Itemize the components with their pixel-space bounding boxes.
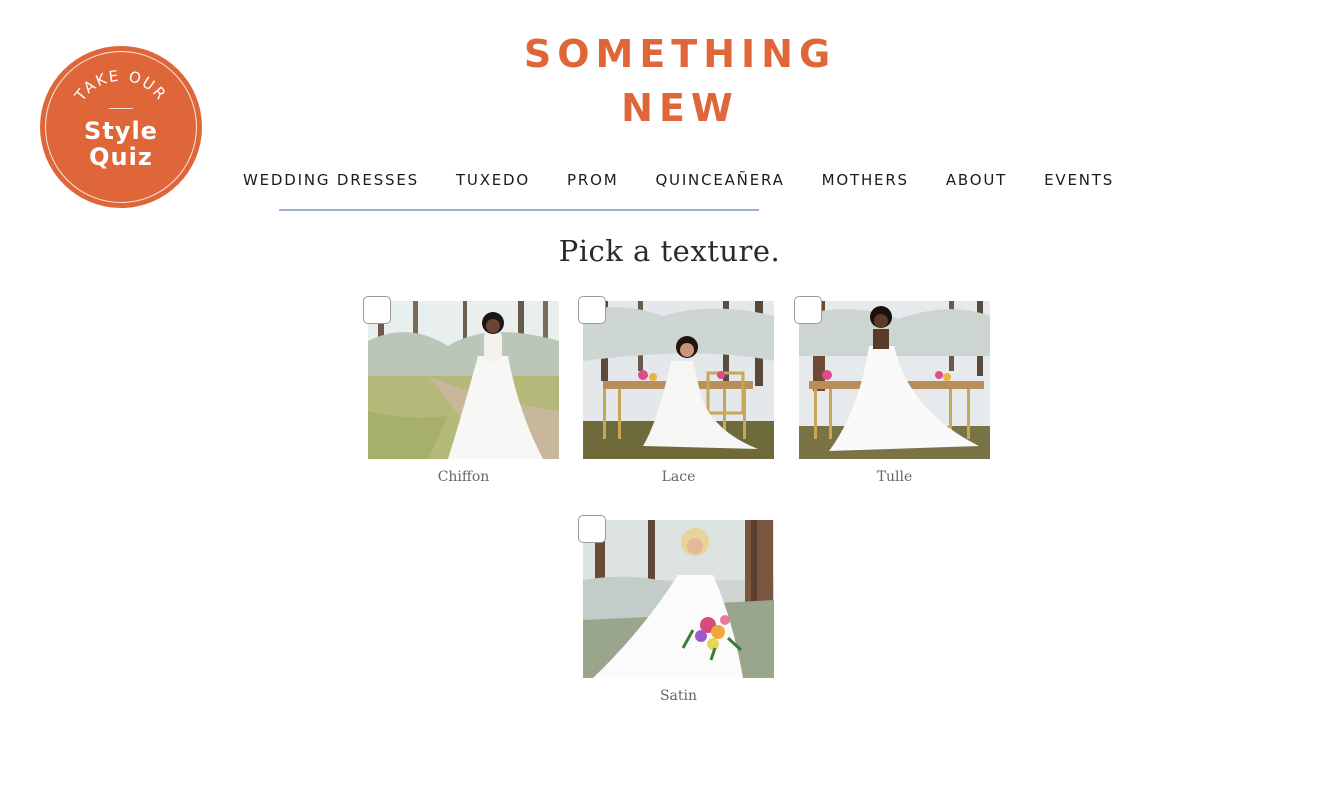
main-nav: WEDDING DRESSES TUXEDO PROM QUINCEAÑERA … [243,170,1151,190]
lace-caption: Lace [661,469,696,485]
satin-photo [583,520,774,678]
logo-line-2[interactable]: NEW [480,86,880,130]
lace-photo [583,301,774,459]
option-satin[interactable]: Satin [578,515,774,710]
tulle-checkbox[interactable] [794,296,822,324]
tulle-caption: Tulle [876,469,913,485]
chiffon-photo [368,301,559,459]
logo-line-1[interactable]: SOMETHING [480,32,880,76]
chiffon-checkbox[interactable] [363,296,391,324]
badge-top-text: TAKE OUR [71,67,169,106]
tulle-photo [799,301,990,459]
badge-style-text: Style [84,117,158,145]
page: TAKE OUR Style Quiz SOMETHING NEW WEDDIN… [0,0,1339,800]
badge-quiz-text: Quiz [89,143,153,171]
nav-tuxedo[interactable]: TUXEDO [456,171,530,189]
chiffon-caption: Chiffon [437,469,490,485]
nav-mothers[interactable]: MOTHERS [822,171,909,189]
lace-checkbox[interactable] [578,296,606,324]
nav-about[interactable]: ABOUT [946,171,1007,189]
option-tulle[interactable]: Tulle [794,296,990,491]
style-quiz-badge[interactable]: TAKE OUR Style Quiz [40,46,202,208]
nav-quinceanera[interactable]: QUINCEAÑERA [655,171,784,189]
satin-checkbox[interactable] [578,515,606,543]
quiz-question: Pick a texture. [558,234,781,268]
nav-events[interactable]: EVENTS [1044,171,1114,189]
option-chiffon[interactable]: Chiffon [363,296,559,491]
option-lace[interactable]: Lace [578,296,774,491]
svg-text:TAKE OUR: TAKE OUR [71,67,171,106]
nav-prom[interactable]: PROM [567,171,618,189]
nav-underline [279,209,759,211]
badge-divider [109,108,133,109]
satin-caption: Satin [659,688,698,704]
nav-wedding-dresses[interactable]: WEDDING DRESSES [243,171,419,189]
